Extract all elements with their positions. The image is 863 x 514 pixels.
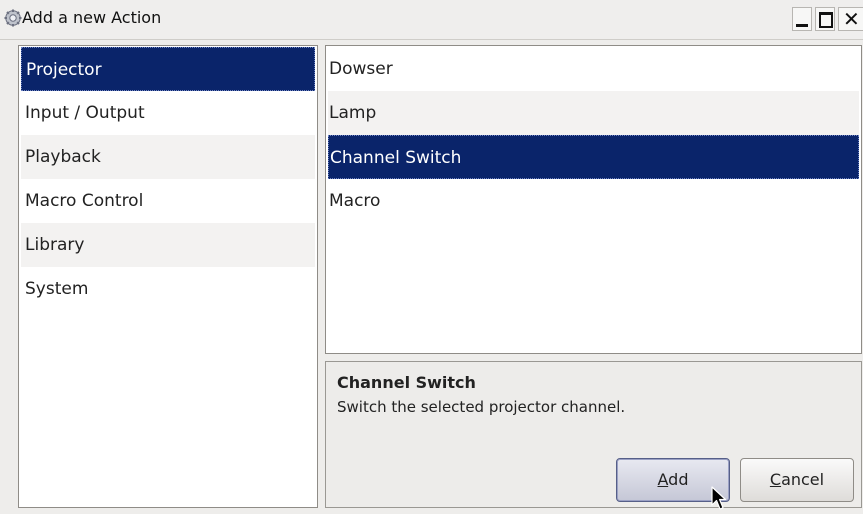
cancel-button[interactable]: Cancel: [740, 458, 854, 502]
mouse-pointer-icon: [711, 486, 727, 510]
action-item-lamp[interactable]: Lamp: [328, 91, 859, 135]
description-title: Channel Switch: [337, 373, 476, 392]
add-label-rest: dd: [668, 470, 689, 489]
cancel-mnemonic: C: [769, 470, 782, 489]
action-item-macro[interactable]: Macro: [328, 179, 859, 223]
description-panel: Channel Switch Switch the selected proje…: [325, 361, 862, 508]
category-item-projector[interactable]: Projector: [21, 47, 315, 91]
add-mnemonic: A: [657, 470, 669, 489]
minimize-button[interactable]: [792, 7, 812, 31]
close-icon: ✕: [843, 7, 860, 31]
action-item-dowser[interactable]: Dowser: [328, 47, 859, 91]
window-title: Add a new Action: [22, 8, 162, 27]
maximize-button[interactable]: [815, 7, 835, 31]
close-button[interactable]: ✕: [838, 7, 863, 31]
category-item-playback[interactable]: Playback: [21, 135, 315, 179]
category-item-input-output[interactable]: Input / Output: [21, 91, 315, 135]
action-item-channel-switch[interactable]: Channel Switch: [328, 135, 859, 179]
title-bar: Add a new Action ✕: [0, 0, 863, 40]
category-item-library[interactable]: Library: [21, 223, 315, 267]
category-list[interactable]: Projector Input / Output Playback Macro …: [18, 45, 318, 508]
gear-icon: [4, 9, 22, 27]
category-item-macro-control[interactable]: Macro Control: [21, 179, 315, 223]
description-text: Switch the selected projector channel.: [337, 398, 626, 416]
action-list[interactable]: Dowser Lamp Channel Switch Macro: [325, 45, 862, 354]
cancel-label-rest: ancel: [781, 470, 825, 489]
category-item-system[interactable]: System: [21, 267, 315, 311]
